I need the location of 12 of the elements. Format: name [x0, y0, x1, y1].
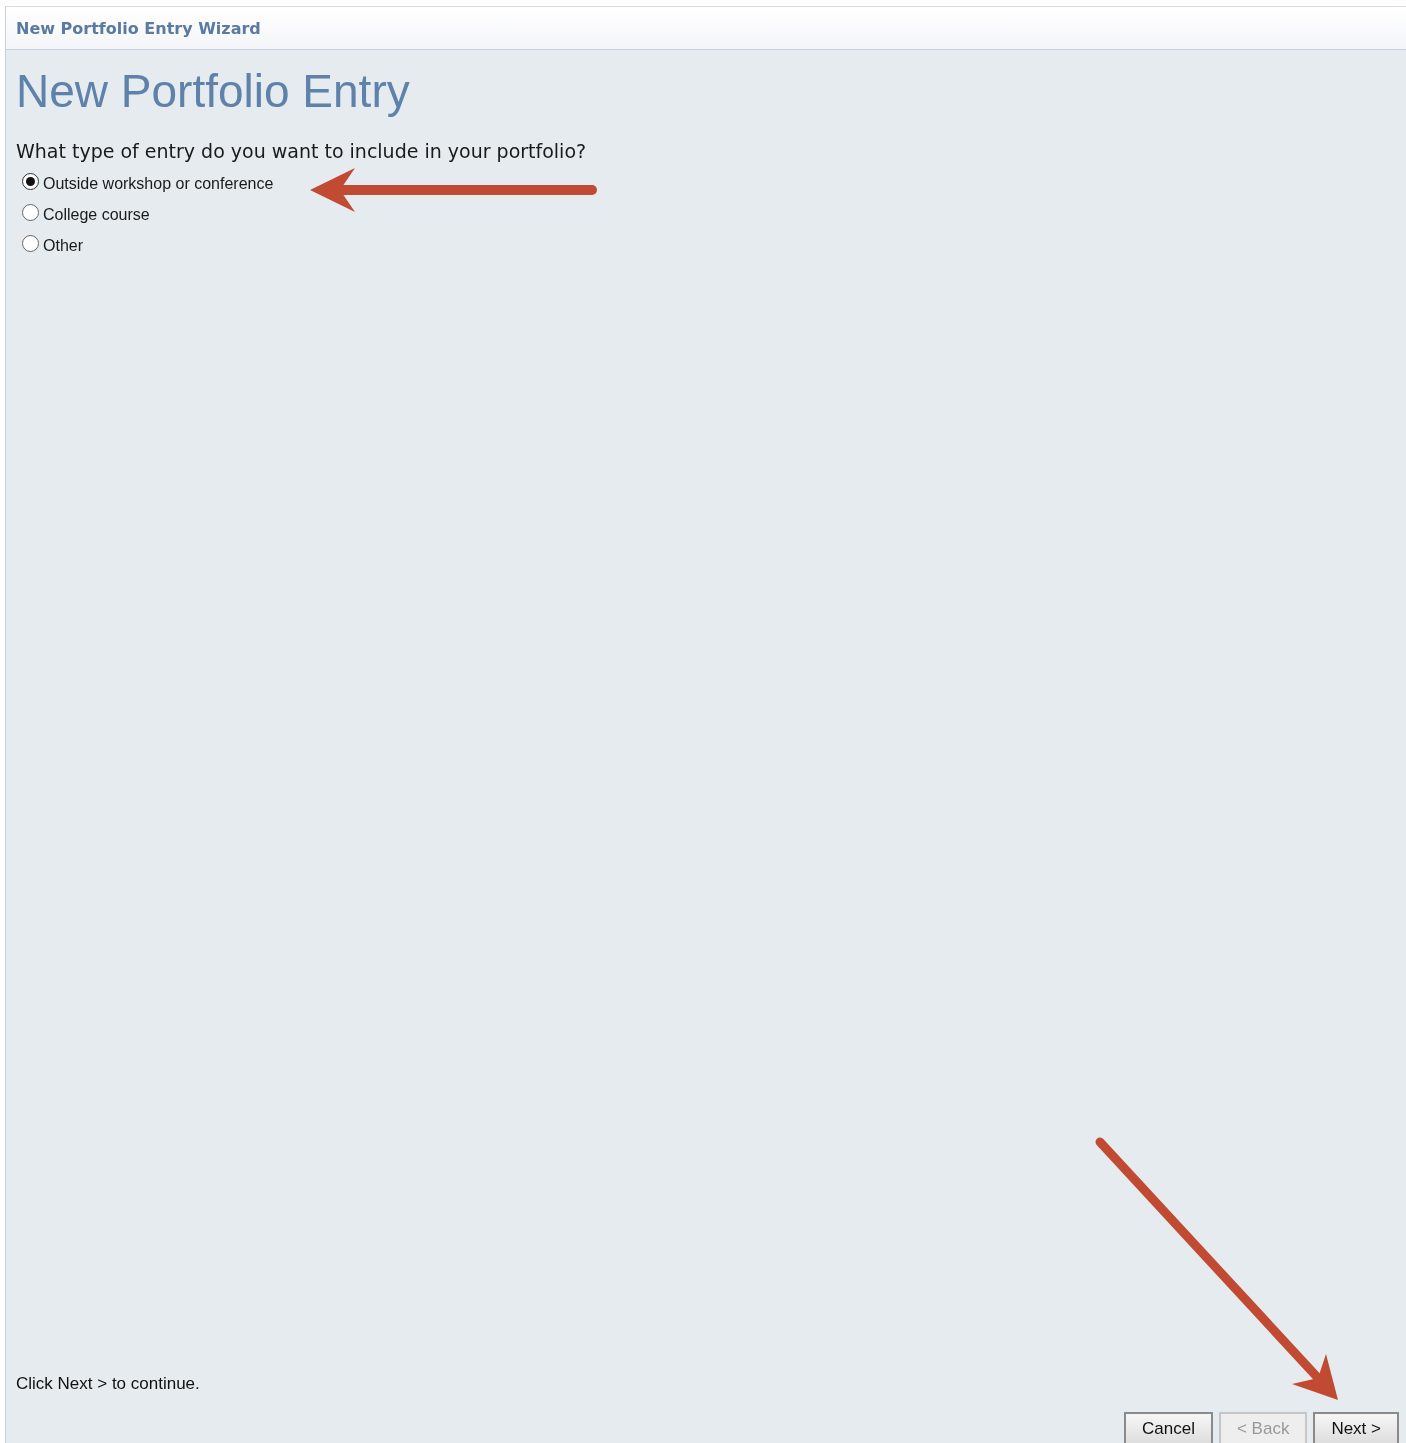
radio-button[interactable] [22, 235, 39, 252]
wizard-button[interactable]: Next > [1313, 1412, 1399, 1443]
hint-text: Click Next > to continue. [16, 1374, 201, 1394]
radio-button[interactable] [22, 173, 39, 190]
radio-option[interactable]: College course [22, 199, 1406, 230]
radio-button[interactable] [22, 204, 39, 221]
wizard-button[interactable]: Cancel [1124, 1412, 1213, 1443]
radio-option[interactable]: Other [22, 230, 1406, 261]
radio-option[interactable]: Outside workshop or conference [22, 168, 1406, 199]
question-text: What type of entry do you want to include in your portfolio? [16, 140, 588, 162]
window-title: New Portfolio Entry Wizard [16, 18, 261, 38]
page-heading: New Portfolio Entry [16, 64, 411, 118]
